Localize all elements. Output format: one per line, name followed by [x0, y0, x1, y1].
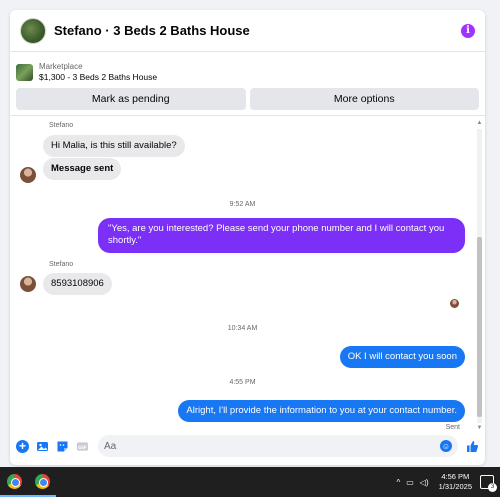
- notification-icon[interactable]: 3: [480, 475, 497, 492]
- scroll-up-icon[interactable]: ▲: [476, 120, 483, 127]
- notification-count: 3: [488, 483, 497, 492]
- message-bubble[interactable]: "Yes, are you interested? Please send yo…: [98, 218, 465, 253]
- svg-text:GIF: GIF: [78, 444, 87, 450]
- timestamp: 10:34 AM: [227, 325, 258, 332]
- network-icon[interactable]: ▭: [406, 478, 414, 487]
- sender-name: Stefano: [49, 261, 74, 268]
- timestamp: 9:52 AM: [229, 201, 256, 208]
- message-bubble[interactable]: Message sent: [43, 158, 122, 181]
- contact-avatar[interactable]: [20, 167, 36, 183]
- listing-source: Marketplace: [39, 62, 83, 71]
- clock[interactable]: 4:56 PM 1/31/2025: [439, 472, 472, 492]
- message-input[interactable]: [104, 440, 440, 452]
- listing-thumbnail: [16, 63, 33, 81]
- scroll-track[interactable]: [477, 129, 482, 423]
- taskbar: ^ ▭ ◁) 4:56 PM 1/31/2025 3: [0, 467, 500, 497]
- listing-card[interactable]: Marketplace $1,300 - 3 Beds 2 Baths Hous…: [10, 58, 485, 86]
- info-icon[interactable]: i: [461, 23, 475, 38]
- avatar[interactable]: [20, 17, 46, 44]
- photo-icon[interactable]: [36, 440, 49, 453]
- system-tray: ^ ▭ ◁) 4:56 PM 1/31/2025 3: [390, 472, 500, 492]
- chevron-up-icon[interactable]: ^: [396, 478, 400, 487]
- chrome-icon: [34, 473, 50, 489]
- clock-time: 4:56 PM: [441, 472, 470, 482]
- listing-actions: Mark as pending More options: [10, 88, 485, 110]
- composer: + GIF ☺: [10, 427, 485, 465]
- timestamp: 4:55 PM: [229, 379, 256, 386]
- message-list[interactable]: Stefano Hi Malia, is this still availabl…: [10, 116, 485, 436]
- message-bubble[interactable]: OK I will contact you soon: [339, 346, 465, 369]
- plus-icon[interactable]: +: [16, 439, 29, 453]
- chrome-icon: [6, 473, 22, 489]
- gif-icon[interactable]: GIF: [76, 440, 89, 453]
- message-bubble[interactable]: 8593108906: [43, 273, 112, 296]
- listing-title: $1,300 - 3 Beds 2 Baths House: [39, 72, 158, 82]
- contact-avatar[interactable]: [20, 276, 36, 292]
- seen-avatar: [450, 299, 459, 308]
- emoji-icon[interactable]: ☺: [440, 440, 452, 452]
- clock-date: 1/31/2025: [438, 482, 472, 491]
- sticker-icon[interactable]: [56, 440, 69, 453]
- mark-as-pending-button[interactable]: Mark as pending: [16, 88, 246, 110]
- page-title: Stefano · 3 Beds 2 Baths House: [54, 23, 250, 38]
- scroll-thumb[interactable]: [477, 237, 482, 417]
- message-bubble[interactable]: Hi Malia, is this still available?: [43, 135, 185, 158]
- more-options-button[interactable]: More options: [249, 88, 479, 110]
- like-icon[interactable]: [466, 440, 479, 453]
- sender-name: Stefano: [49, 122, 74, 129]
- scrollbar[interactable]: ▲ ▼: [476, 120, 483, 432]
- listing-text: Marketplace $1,300 - 3 Beds 2 Baths Hous…: [39, 62, 157, 82]
- chat-window: Stefano · 3 Beds 2 Baths House i Marketp…: [10, 10, 485, 465]
- message-bubble[interactable]: Alright, I'll provide the information to…: [178, 400, 465, 423]
- message-input-wrapper[interactable]: ☺: [98, 435, 458, 457]
- chat-header: Stefano · 3 Beds 2 Baths House i: [10, 10, 485, 52]
- volume-icon[interactable]: ◁): [420, 478, 429, 487]
- taskbar-chrome-app[interactable]: [28, 467, 56, 497]
- taskbar-chrome-app[interactable]: [0, 467, 28, 497]
